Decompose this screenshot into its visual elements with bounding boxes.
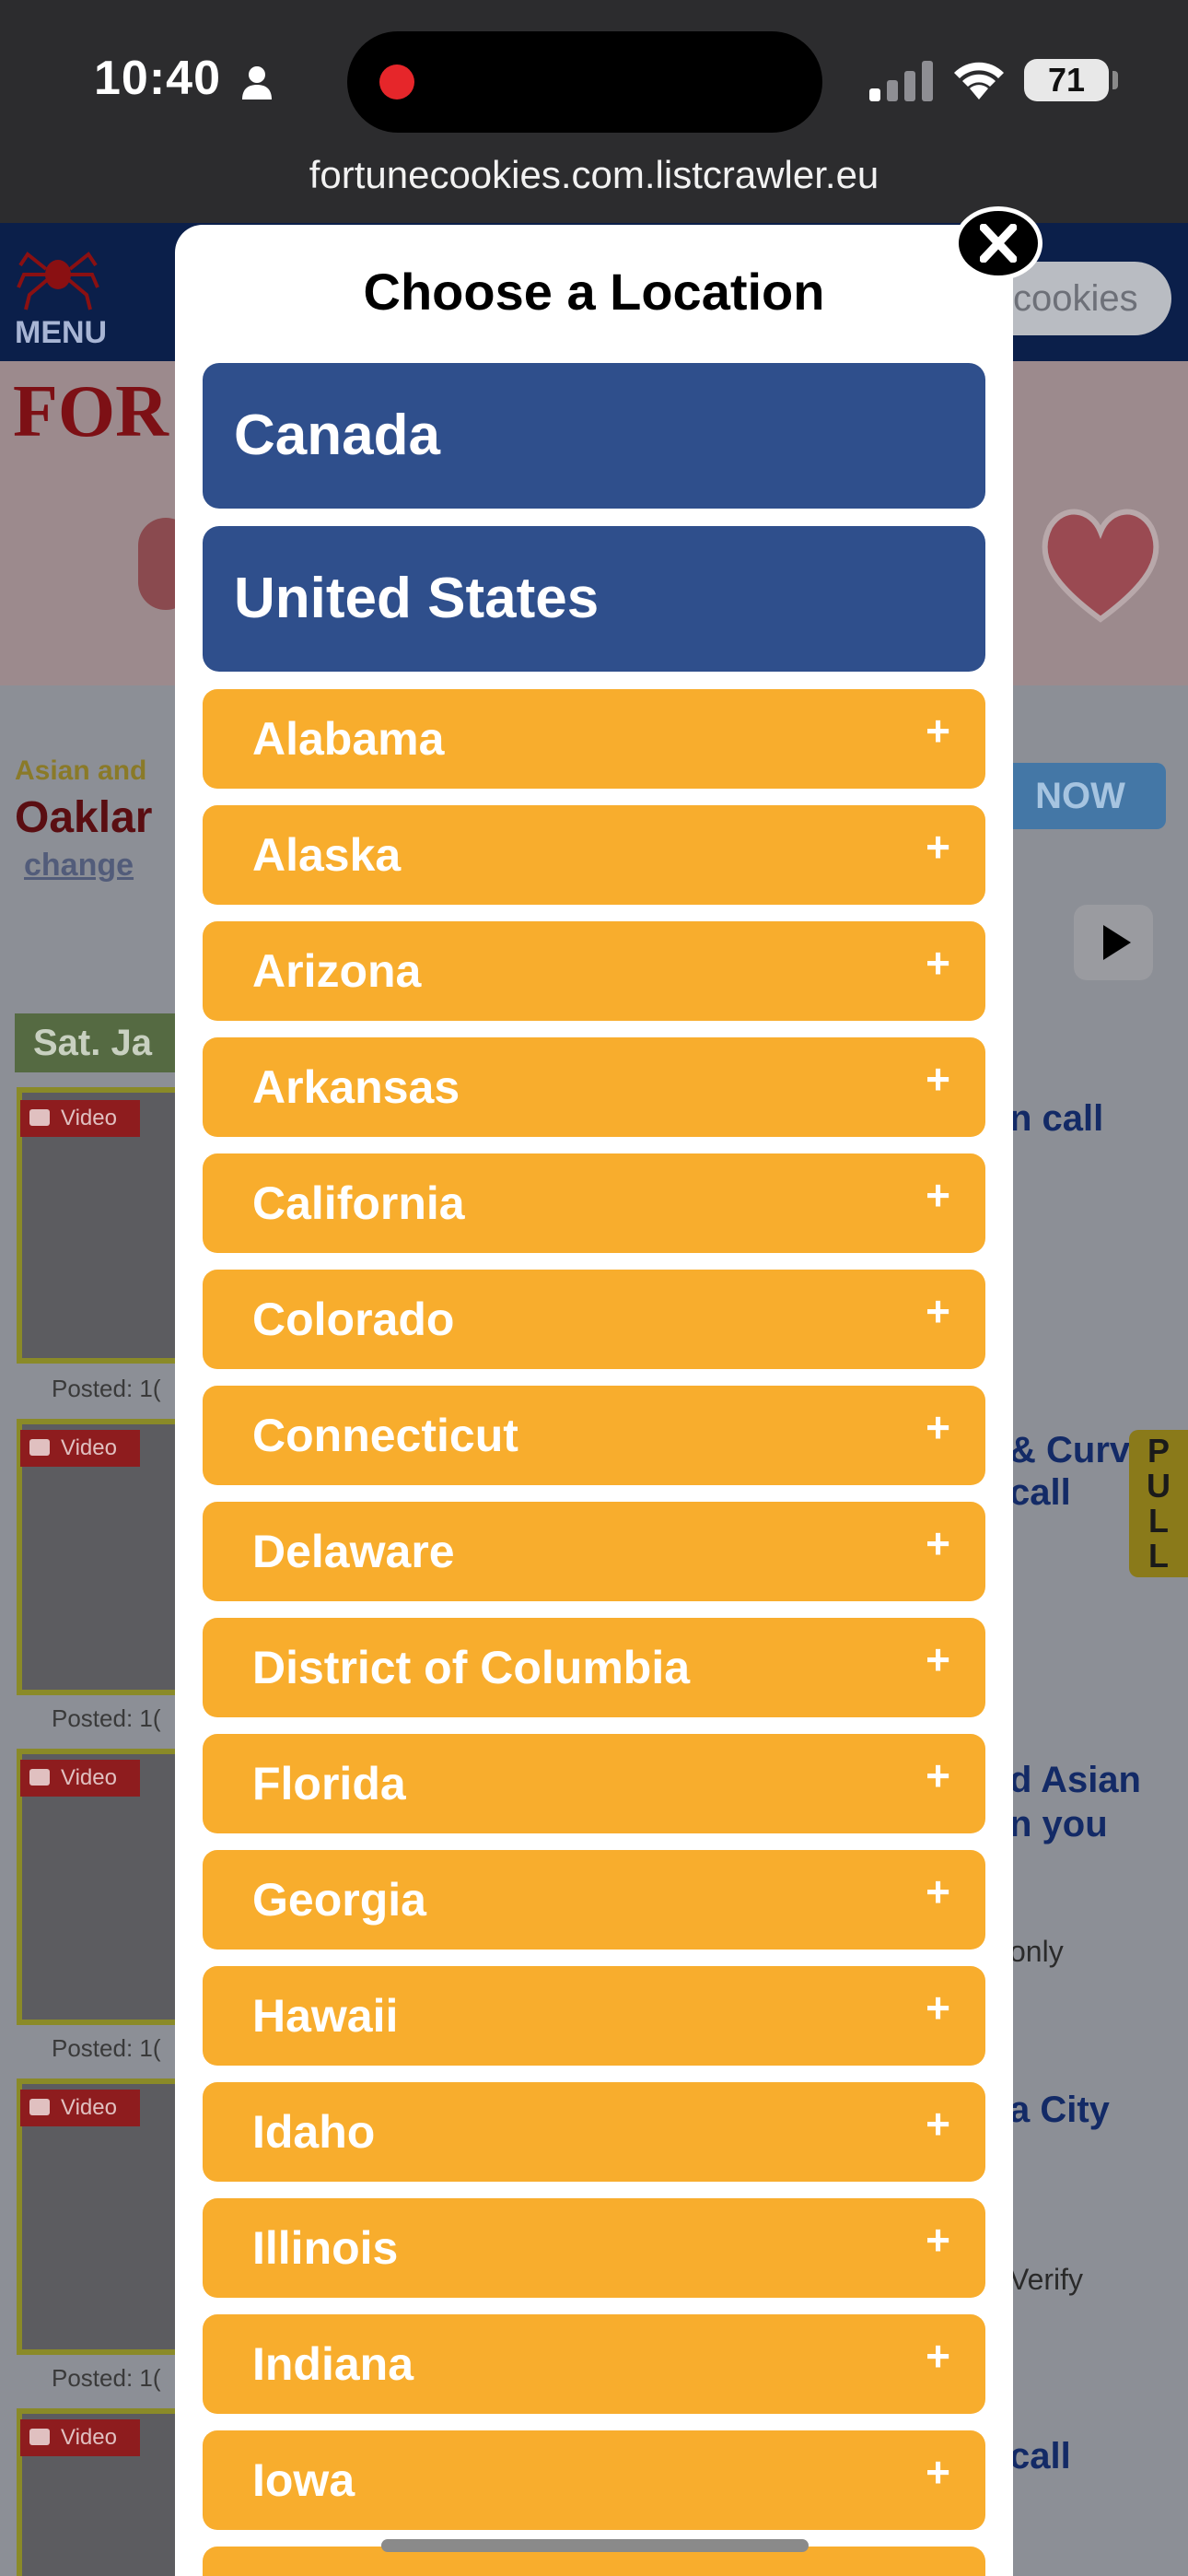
listing-title-snippet[interactable]: a City bbox=[1009, 2090, 1110, 2131]
posted-text: Posted: 1( bbox=[52, 2034, 161, 2062]
heart-icon bbox=[1042, 509, 1159, 623]
state-label: Indiana bbox=[252, 2338, 414, 2390]
expand-plus-icon[interactable]: + bbox=[926, 2447, 950, 2497]
listing-title-snippet[interactable]: n you bbox=[1009, 1804, 1108, 1845]
listing-description-snippet: Verify bbox=[1009, 2263, 1084, 2296]
home-indicator[interactable] bbox=[381, 2539, 809, 2552]
pull-tab-label: PULL bbox=[1147, 1432, 1171, 1575]
date-heading: Sat. Ja bbox=[15, 1013, 199, 1072]
state-label: Delaware bbox=[252, 1526, 455, 1577]
state-item[interactable]: Arkansas + bbox=[203, 1037, 985, 1137]
expand-plus-icon[interactable]: + bbox=[926, 938, 950, 988]
state-item[interactable]: Arizona + bbox=[203, 921, 985, 1021]
state-label: District of Columbia bbox=[252, 1642, 691, 1693]
expand-plus-icon[interactable]: + bbox=[926, 2331, 950, 2381]
state-item[interactable]: California + bbox=[203, 1153, 985, 1253]
city-heading: Oaklar bbox=[15, 793, 153, 842]
menu-label[interactable]: MENU bbox=[15, 315, 107, 351]
location-modal: Choose a Location Canada United States A… bbox=[175, 225, 1013, 2576]
state-item[interactable]: District of Columbia + bbox=[203, 1618, 985, 1717]
expand-plus-icon[interactable]: + bbox=[926, 1402, 950, 1452]
state-label: California bbox=[252, 1177, 465, 1229]
close-icon bbox=[980, 224, 1017, 263]
expand-plus-icon[interactable]: + bbox=[926, 706, 950, 755]
expand-plus-icon[interactable]: + bbox=[926, 1867, 950, 1916]
expand-plus-icon[interactable]: + bbox=[926, 1170, 950, 1220]
state-item[interactable]: Alabama + bbox=[203, 689, 985, 789]
expand-plus-icon[interactable]: + bbox=[926, 1634, 950, 1684]
expand-plus-icon[interactable]: + bbox=[926, 1983, 950, 2032]
url-text[interactable]: fortunecookies.com.listcrawler.eu bbox=[0, 153, 1188, 197]
state-label: Alaska bbox=[252, 829, 402, 881]
country-button-canada[interactable]: Canada bbox=[203, 363, 985, 509]
state-label: Illinois bbox=[252, 2222, 399, 2274]
posted-text: Posted: 1( bbox=[52, 1375, 161, 1402]
change-location-link[interactable]: change bbox=[24, 848, 134, 884]
listing-title-snippet[interactable]: call bbox=[1009, 2436, 1071, 2477]
state-item[interactable]: Hawaii + bbox=[203, 1966, 985, 2066]
video-tag: Video bbox=[20, 2419, 140, 2456]
expand-plus-icon[interactable]: + bbox=[926, 1751, 950, 1800]
spider-logo-icon[interactable] bbox=[17, 238, 99, 311]
country-button-united-states[interactable]: United States bbox=[203, 526, 985, 672]
state-item[interactable]: Georgia + bbox=[203, 1850, 985, 1950]
state-label: Iowa bbox=[252, 2454, 355, 2506]
posted-text: Posted: 1( bbox=[52, 1704, 161, 1732]
pull-tab[interactable]: PULL bbox=[1129, 1430, 1188, 1577]
battery-cap bbox=[1112, 71, 1118, 89]
banner-logo-text: FOR bbox=[13, 371, 169, 452]
video-tag: Video bbox=[20, 2090, 140, 2126]
state-item[interactable]: Iowa + bbox=[203, 2430, 985, 2530]
listing-title-snippet[interactable]: d Asian bbox=[1009, 1760, 1141, 1801]
battery-level: 71 bbox=[1047, 61, 1086, 99]
state-item[interactable]: Florida + bbox=[203, 1734, 985, 1833]
wifi-icon bbox=[954, 62, 1004, 100]
listing-title-snippet[interactable]: call bbox=[1009, 1472, 1071, 1514]
recording-indicator-icon bbox=[379, 64, 414, 100]
state-label: Hawaii bbox=[252, 1990, 399, 2042]
cellular-signal-icon bbox=[869, 61, 933, 101]
state-item[interactable]: Alaska + bbox=[203, 805, 985, 905]
state-item[interactable]: Indiana + bbox=[203, 2314, 985, 2414]
expand-plus-icon[interactable]: + bbox=[926, 1518, 950, 1568]
state-item[interactable]: Colorado + bbox=[203, 1270, 985, 1369]
video-tag: Video bbox=[20, 1760, 140, 1797]
listing-description-snippet: only bbox=[1009, 1935, 1064, 1968]
status-bar: 10:40 71 bbox=[0, 0, 1188, 157]
state-label: Colorado bbox=[252, 1294, 455, 1345]
state-label: Florida bbox=[252, 1758, 406, 1809]
clock: 10:40 bbox=[94, 52, 221, 105]
state-label: Arkansas bbox=[252, 1061, 460, 1113]
expand-plus-icon[interactable]: + bbox=[926, 1286, 950, 1336]
state-label: Idaho bbox=[252, 2106, 376, 2158]
state-label: Georgia bbox=[252, 1874, 426, 1926]
play-icon[interactable] bbox=[1074, 905, 1153, 980]
video-tag: Video bbox=[20, 1430, 140, 1467]
state-item[interactable]: Idaho + bbox=[203, 2082, 985, 2182]
state-label: Alabama bbox=[252, 713, 445, 765]
battery-icon: 71 bbox=[1024, 59, 1109, 101]
expand-plus-icon[interactable]: + bbox=[926, 2099, 950, 2149]
state-item[interactable]: Connecticut + bbox=[203, 1386, 985, 1485]
category-heading: Asian and bbox=[15, 755, 147, 786]
posted-text: Posted: 1( bbox=[52, 2364, 161, 2392]
person-icon bbox=[242, 66, 272, 100]
state-item[interactable]: Illinois + bbox=[203, 2198, 985, 2298]
state-label: Arizona bbox=[252, 945, 422, 997]
listing-title-snippet[interactable]: & Curv bbox=[1009, 1430, 1130, 1471]
state-item[interactable]: Delaware + bbox=[203, 1502, 985, 1601]
expand-plus-icon[interactable]: + bbox=[926, 822, 950, 872]
expand-plus-icon[interactable]: + bbox=[926, 1054, 950, 1104]
video-tag: Video bbox=[20, 1100, 140, 1137]
state-label: Connecticut bbox=[252, 1410, 518, 1461]
dynamic-island bbox=[347, 31, 822, 133]
now-button[interactable]: NOW bbox=[995, 763, 1166, 829]
expand-plus-icon[interactable]: + bbox=[926, 2215, 950, 2265]
modal-title: Choose a Location bbox=[363, 263, 825, 321]
close-modal-button[interactable] bbox=[954, 206, 1042, 280]
listing-title-snippet[interactable]: n call bbox=[1009, 1098, 1103, 1140]
